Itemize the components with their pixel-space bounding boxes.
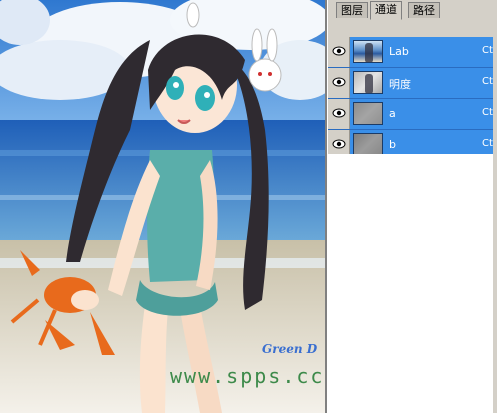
watermark-url: www.spps.cc (170, 364, 325, 388)
channel-name: b (389, 138, 396, 151)
channel-list-empty-area (328, 154, 497, 413)
panel-tab-strip: 图层 通道 路径 (328, 0, 497, 20)
channel-name: Lab (389, 45, 409, 58)
tab-paths[interactable]: 路径 (408, 2, 440, 18)
channel-name: a (389, 107, 396, 120)
channel-thumbnail (353, 40, 383, 63)
channel-row-a[interactable]: a Ctr (328, 99, 497, 130)
panel-scroll-edge (493, 0, 497, 413)
document-canvas[interactable]: Green D www.spps.cc (0, 0, 325, 413)
eye-icon (332, 139, 346, 149)
tab-channels[interactable]: 通道 (370, 1, 402, 20)
eye-icon (332, 108, 346, 118)
channels-panel: 图层 通道 路径 Lab Ctr 明度 Ctr a Ctr b Ctr (325, 0, 497, 413)
visibility-toggle[interactable] (328, 99, 350, 129)
channel-thumbnail (353, 133, 383, 156)
watermark-signature: Green D (262, 342, 318, 356)
visibility-toggle[interactable] (328, 37, 350, 67)
channel-thumbnail (353, 71, 383, 94)
channel-thumbnail (353, 102, 383, 125)
channel-name: 明度 (389, 78, 411, 91)
visibility-toggle[interactable] (328, 68, 350, 98)
channel-row-lab[interactable]: Lab Ctr (328, 37, 497, 68)
eye-icon (332, 77, 346, 87)
tab-layers[interactable]: 图层 (336, 2, 368, 18)
eye-icon (332, 46, 346, 56)
channel-row-lightness[interactable]: 明度 Ctr (328, 68, 497, 99)
